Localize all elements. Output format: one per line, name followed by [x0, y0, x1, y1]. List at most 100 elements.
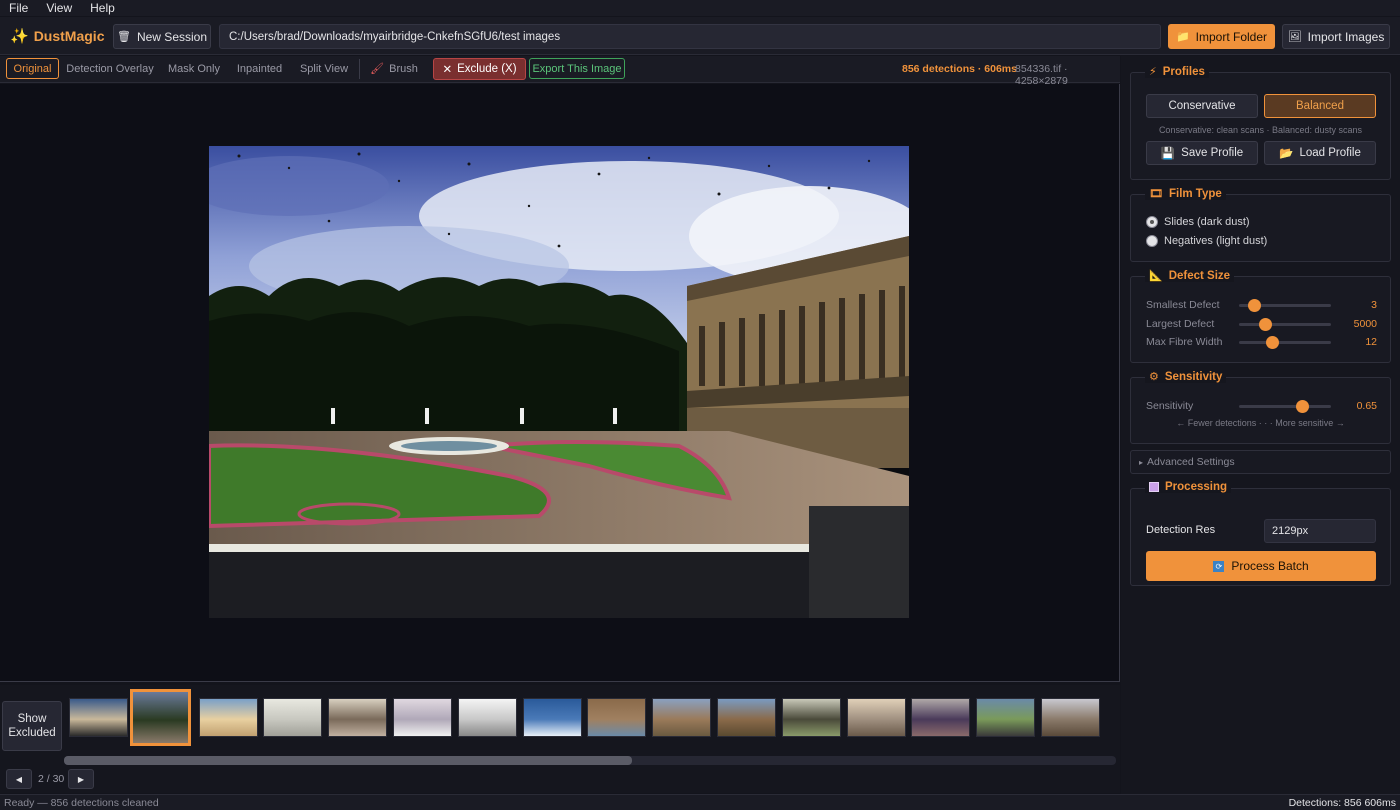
slider-knob[interactable] — [1258, 318, 1272, 331]
slider-track[interactable] — [1239, 336, 1331, 349]
processing-title-text: Processing — [1165, 481, 1227, 493]
top-toolbar: ✨ DustMagic 🗑 New Session C:/Users/brad/… — [0, 17, 1400, 55]
sensitivity-slider[interactable]: Sensitivity 0.65 — [1146, 399, 1377, 413]
profiles-section: ⚡ Profiles Conservative Balanced Conserv… — [1130, 65, 1391, 180]
load-profile-label: Load Profile — [1299, 147, 1361, 159]
filmstrip-thumbnail[interactable] — [976, 698, 1036, 737]
exclude-button[interactable]: ✕ Exclude (X) — [433, 58, 526, 80]
max-fibre-width-value: 12 — [1365, 336, 1377, 348]
pager: ◀ 2 / 30 ▶ — [0, 767, 1120, 793]
app-name: DustMagic — [33, 28, 105, 44]
prev-page-button[interactable]: ◀ — [6, 769, 32, 789]
ruler-icon: 📐 — [1149, 270, 1163, 282]
menu-file[interactable]: File — [0, 1, 37, 15]
process-batch-label: Process Batch — [1231, 559, 1309, 573]
smallest-defect-slider[interactable]: Smallest Defect 3 — [1146, 298, 1377, 312]
slider-knob[interactable] — [1266, 336, 1280, 349]
sparkle-icon: ✨ — [10, 28, 29, 45]
export-image-button[interactable]: Export This Image — [529, 58, 625, 79]
filmstrip-thumbnail[interactable] — [846, 698, 906, 737]
smallest-defect-label: Smallest Defect — [1146, 299, 1220, 311]
largest-defect-value: 5000 — [1353, 318, 1377, 330]
refresh-icon: ⟳ — [1213, 560, 1225, 572]
menu-view[interactable]: View — [37, 1, 81, 15]
new-session-button[interactable]: 🗑 New Session — [113, 24, 211, 49]
filmstrip-thumbnail[interactable] — [328, 698, 388, 737]
slider-knob[interactable] — [1295, 400, 1309, 413]
status-detections: Detections: 856 606ms — [1288, 797, 1396, 809]
processing-icon — [1149, 482, 1159, 492]
filmstrip-thumbnail[interactable] — [717, 698, 776, 737]
show-excluded-label-line1: Show — [17, 713, 47, 725]
brush-button[interactable]: 🖌 Brush — [368, 58, 420, 79]
brush-icon: 🖌 — [370, 63, 385, 75]
filmstrip: Show Excluded — [0, 685, 1120, 767]
tab-original[interactable]: Original — [6, 58, 59, 79]
detection-res-input[interactable]: 2129px — [1264, 519, 1376, 543]
page-counter: 2 / 30 — [38, 773, 65, 785]
advanced-settings-label: Advanced Settings — [1147, 456, 1235, 468]
filmstrip-thumbnail[interactable] — [1041, 698, 1100, 737]
filmstrip-thumbnail[interactable] — [911, 698, 971, 737]
profile-balanced-button[interactable]: Balanced — [1264, 94, 1376, 118]
close-icon: ✕ — [442, 64, 453, 76]
tab-mask-only[interactable]: Mask Only — [164, 58, 224, 79]
slider-track[interactable] — [1239, 400, 1331, 413]
smallest-defect-value: 3 — [1371, 299, 1377, 311]
film-slides-option[interactable]: Slides (dark dust) — [1146, 216, 1250, 228]
image-canvas[interactable] — [0, 84, 1120, 682]
toolbar-divider — [359, 59, 360, 79]
show-excluded-button[interactable]: Show Excluded — [2, 701, 62, 751]
detection-summary: 856 detections · 606ms — [902, 63, 1017, 75]
chevron-right-icon: ▸ — [1139, 457, 1144, 467]
filmstrip-scrollbar[interactable] — [64, 756, 1116, 765]
import-folder-button[interactable]: 📁 Import Folder — [1168, 24, 1275, 49]
tab-split-view[interactable]: Split View — [296, 58, 352, 79]
advanced-settings-toggle[interactable]: ▸ Advanced Settings — [1130, 450, 1391, 474]
filmstrip-thumbnail[interactable] — [129, 689, 191, 746]
app-logo: ✨ DustMagic — [10, 27, 104, 45]
negatives-label: Negatives (light dust) — [1164, 235, 1268, 247]
slides-radio[interactable] — [1146, 216, 1158, 228]
save-profile-button[interactable]: 💾 Save Profile — [1146, 141, 1258, 165]
filmstrip-thumbnail[interactable] — [652, 698, 712, 737]
max-fibre-width-slider[interactable]: Max Fibre Width 12 — [1146, 335, 1377, 349]
filmstrip-thumbnail[interactable] — [457, 698, 517, 737]
scrollbar-handle[interactable] — [64, 756, 632, 765]
profile-conservative-button[interactable]: Conservative — [1146, 94, 1258, 118]
largest-defect-slider[interactable]: Largest Defect 5000 — [1146, 317, 1377, 331]
tab-detection-overlay[interactable]: Detection Overlay — [66, 58, 154, 79]
image-icon: 🖼 — [1287, 31, 1302, 43]
processing-title: Processing — [1145, 481, 1231, 493]
slider-knob[interactable] — [1247, 299, 1261, 312]
load-profile-button[interactable]: 📂 Load Profile — [1264, 141, 1376, 165]
menu-help[interactable]: Help — [81, 1, 124, 15]
filmstrip-thumbnail[interactable] — [587, 698, 647, 737]
filmstrip-thumbnail[interactable] — [522, 698, 582, 737]
next-page-button[interactable]: ▶ — [68, 769, 94, 789]
negatives-radio[interactable] — [1146, 235, 1158, 247]
filmstrip-thumbnail[interactable] — [781, 698, 841, 737]
process-batch-button[interactable]: ⟳ Process Batch — [1146, 551, 1376, 581]
sensitivity-hint: ← Fewer detections · · · More sensitive … — [1176, 418, 1345, 428]
filmstrip-thumbnail[interactable] — [393, 698, 452, 737]
folder-icon: 📁 — [1175, 31, 1190, 43]
profiles-title: ⚡ Profiles — [1145, 65, 1209, 78]
film-negatives-option[interactable]: Negatives (light dust) — [1146, 235, 1267, 247]
import-images-button[interactable]: 🖼 Import Images — [1282, 24, 1390, 49]
save-profile-label: Save Profile — [1181, 147, 1244, 159]
filmstrip-thumbnail[interactable] — [69, 698, 128, 737]
trash-icon: 🗑 — [117, 31, 131, 43]
folder-path-input[interactable]: C:/Users/brad/Downloads/myairbridge-Cnke… — [219, 24, 1161, 49]
largest-defect-label: Largest Defect — [1146, 318, 1215, 330]
slider-track[interactable] — [1239, 299, 1331, 312]
brush-label: Brush — [389, 62, 418, 75]
filmstrip-thumbnail[interactable] — [198, 698, 258, 737]
profiles-title-text: Profiles — [1162, 65, 1205, 78]
filmstrip-thumbnail[interactable] — [263, 698, 323, 737]
show-excluded-label-line2: Excluded — [8, 727, 56, 739]
film-type-title-text: Film Type — [1168, 187, 1222, 200]
slider-track[interactable] — [1239, 318, 1331, 331]
film-type-section: 🎞 Film Type Slides (dark dust) Negatives… — [1130, 187, 1391, 262]
tab-inpainted[interactable]: Inpainted — [233, 58, 286, 79]
